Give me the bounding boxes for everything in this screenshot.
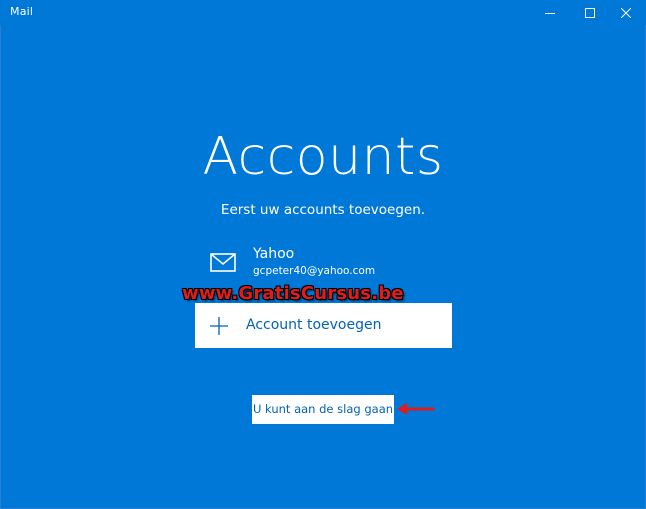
plus-icon <box>210 317 228 335</box>
account-name: Yahoo <box>253 246 295 262</box>
maximize-icon <box>585 7 595 18</box>
account-email: gcpeter40@yahoo.com <box>253 265 376 277</box>
minimize-icon <box>545 12 555 14</box>
annotation-arrow-icon <box>397 403 435 415</box>
minimize-button[interactable] <box>532 0 568 25</box>
add-account-label: Account toevoegen <box>246 317 382 333</box>
account-item-yahoo[interactable]: Yahoo gcpeter40@yahoo.com <box>205 243 445 283</box>
mail-icon <box>210 253 236 272</box>
get-started-button[interactable]: U kunt aan de slag gaan <box>252 395 394 424</box>
app-title: Mail <box>10 5 34 18</box>
page-subtitle: Eerst uw accounts toevoegen. <box>220 202 426 218</box>
page-title: Accounts <box>202 127 444 187</box>
get-started-label: U kunt aan de slag gaan <box>252 402 394 416</box>
title-bar[interactable]: Mail <box>0 0 646 25</box>
watermark-text: www.GratisCursus.be <box>182 283 404 304</box>
maximize-button[interactable] <box>572 0 608 25</box>
close-icon <box>621 7 631 18</box>
add-account-button[interactable]: Account toevoegen <box>195 303 452 348</box>
close-button[interactable] <box>608 0 644 25</box>
